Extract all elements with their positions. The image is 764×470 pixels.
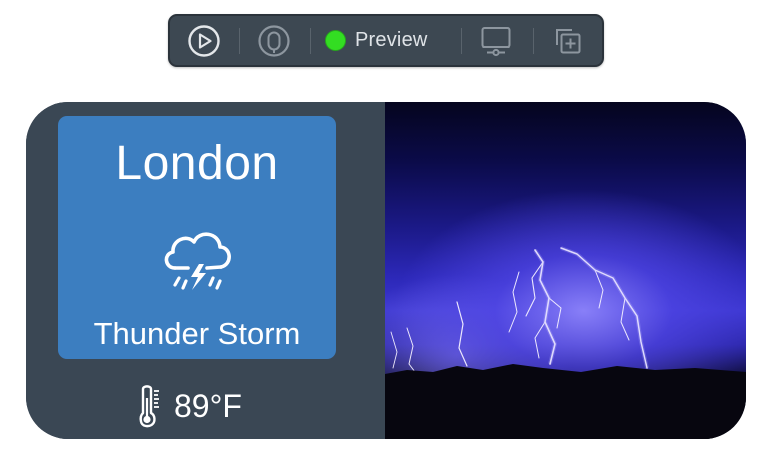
play-icon	[188, 24, 220, 57]
weather-card: London Thunder Storm	[58, 116, 336, 359]
play-button[interactable]	[184, 16, 224, 65]
canvas: Preview London Thunder Storm 89°F	[0, 0, 764, 470]
thermometer-icon	[139, 385, 159, 428]
duplicate-icon	[556, 28, 581, 53]
weather-info-panel: London Thunder Storm 89°F	[26, 102, 384, 439]
live-mode-icon	[258, 24, 290, 57]
preview-button[interactable]: Preview	[325, 16, 445, 65]
toolbar-divider	[461, 28, 462, 54]
device-settings-button[interactable]	[476, 16, 516, 65]
device-settings-icon	[481, 26, 511, 56]
preview-toolbar: Preview	[168, 14, 604, 67]
duplicate-button[interactable]	[548, 16, 588, 65]
cloud-thunderstorm-icon	[164, 232, 231, 290]
weather-condition: Thunder Storm	[93, 316, 301, 351]
live-mode-button[interactable]	[254, 16, 294, 65]
preview-label: Preview	[355, 29, 428, 51]
city-name: London	[115, 137, 279, 190]
temperature-row: 89°F	[136, 384, 242, 428]
toolbar-divider	[239, 28, 240, 54]
toolbar-divider	[533, 28, 534, 54]
toolbar-divider	[310, 28, 311, 54]
temperature-value: 89°F	[174, 388, 242, 424]
weather-widget: London Thunder Storm 89°F	[26, 102, 746, 439]
lightning-storm-photo	[385, 102, 746, 439]
lightning-bolts	[385, 246, 746, 439]
preview-status-indicator	[325, 30, 346, 51]
